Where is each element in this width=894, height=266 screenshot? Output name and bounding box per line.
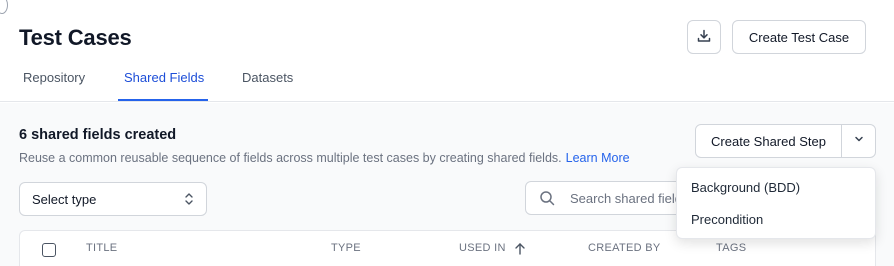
download-icon xyxy=(696,28,712,47)
create-shared-step-dropdown-toggle[interactable] xyxy=(842,125,875,157)
menu-item-precondition[interactable]: Precondition xyxy=(691,212,763,227)
column-tags[interactable]: TAGS xyxy=(716,242,746,254)
page-header: Test Cases Create Test Case Repository S… xyxy=(0,0,894,102)
active-tab-indicator xyxy=(118,99,208,101)
menu-item-background-bdd[interactable]: Background (BDD) xyxy=(691,180,800,195)
chevron-down-icon xyxy=(853,132,865,150)
column-title[interactable]: TITLE xyxy=(86,242,117,254)
column-used-in[interactable]: USED IN xyxy=(459,242,506,254)
shared-step-type-menu: Background (BDD) Precondition xyxy=(676,167,876,239)
learn-more-link[interactable]: Learn More xyxy=(566,151,630,165)
description-text: Reuse a common reusable sequence of fiel… xyxy=(19,151,562,165)
arrow-up-icon[interactable] xyxy=(514,242,526,261)
create-shared-step-split-button: Create Shared Step xyxy=(695,124,876,158)
tab-datasets[interactable]: Datasets xyxy=(242,70,293,85)
tab-repository[interactable]: Repository xyxy=(23,70,85,85)
section-title: 6 shared fields created xyxy=(19,127,177,143)
page-title: Test Cases xyxy=(19,25,132,50)
column-type[interactable]: TYPE xyxy=(331,242,361,254)
create-test-case-button[interactable]: Create Test Case xyxy=(732,20,866,54)
create-shared-step-button[interactable]: Create Shared Step xyxy=(696,125,842,157)
download-button[interactable] xyxy=(687,20,721,54)
select-type-value: Select type xyxy=(32,191,97,207)
search-icon xyxy=(539,190,555,211)
select-all-checkbox[interactable] xyxy=(42,243,56,257)
tab-shared-fields[interactable]: Shared Fields xyxy=(124,70,204,85)
corner-indicator xyxy=(0,0,8,14)
section-description: Reuse a common reusable sequence of fiel… xyxy=(19,151,630,165)
sort-arrows-icon xyxy=(184,192,194,209)
select-type-dropdown[interactable]: Select type xyxy=(19,182,207,216)
column-created-by[interactable]: CREATED BY xyxy=(588,242,660,254)
